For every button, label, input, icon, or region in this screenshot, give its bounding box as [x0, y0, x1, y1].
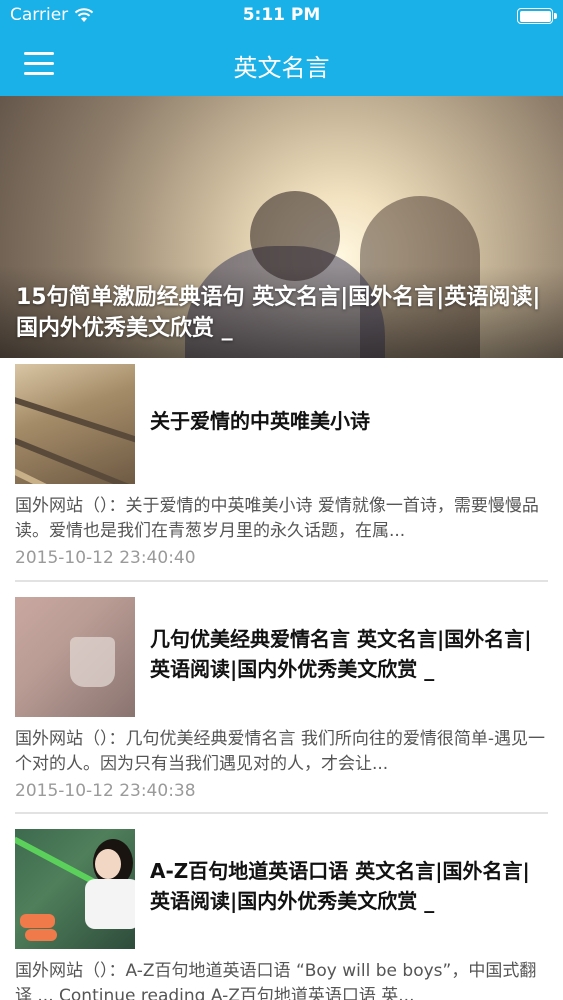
list-item[interactable]: 关于爱情的中英唯美小诗 国外网站（）：关于爱情的中英唯美小诗 爱情就像一首诗，需…	[0, 364, 563, 578]
list-item[interactable]: A-Z百句地道英语口语 英文名言|国外名言|英语阅读|国内外优秀美文欣赏 _ 国…	[0, 829, 563, 1000]
article-title: A-Z百句地道英语口语 英文名言|国外名言|英语阅读|国内外优秀美文欣赏 _	[150, 859, 530, 913]
list-item[interactable]: 几句优美经典爱情名言 英文名言|国外名言|英语阅读|国内外优秀美文欣赏 _ 国外…	[0, 597, 563, 811]
article-thumbnail	[15, 829, 135, 949]
article-summary: 国外网站（）：A-Z百句地道英语口语 “Boy will be boys”，中国…	[15, 961, 537, 1000]
status-bar: Carrier 5:11 PM	[0, 0, 563, 32]
article-thumbnail	[15, 364, 135, 484]
article-title: 几句优美经典爱情名言 英文名言|国外名言|英语阅读|国内外优秀美文欣赏 _	[150, 627, 532, 681]
article-date: 2015-10-12 23:40:40	[15, 548, 196, 568]
divider	[15, 812, 548, 814]
hero-banner[interactable]: 15句简单激励经典语句 英文名言|国外名言|英语阅读|国内外优秀美文欣赏 _	[0, 96, 563, 358]
article-date: 2015-10-12 23:40:38	[15, 781, 196, 801]
page-title: 英文名言	[233, 54, 330, 82]
nav-bar: 英文名言	[0, 32, 563, 96]
battery-icon	[517, 8, 557, 24]
article-thumbnail	[15, 597, 135, 717]
divider	[15, 580, 548, 582]
article-title: 关于爱情的中英唯美小诗	[150, 409, 370, 433]
hero-title: 15句简单激励经典语句 英文名言|国外名言|英语阅读|国内外优秀美文欣赏 _	[16, 285, 541, 341]
article-summary: 国外网站（）：关于爱情的中英唯美小诗 爱情就像一首诗，需要慢慢品读。爱情也是我们…	[15, 496, 539, 541]
article-summary: 国外网站（）：几句优美经典爱情名言 我们所向往的爱情很简单-遇见一个对的人。因为…	[15, 729, 546, 774]
status-time: 5:11 PM	[242, 5, 321, 25]
